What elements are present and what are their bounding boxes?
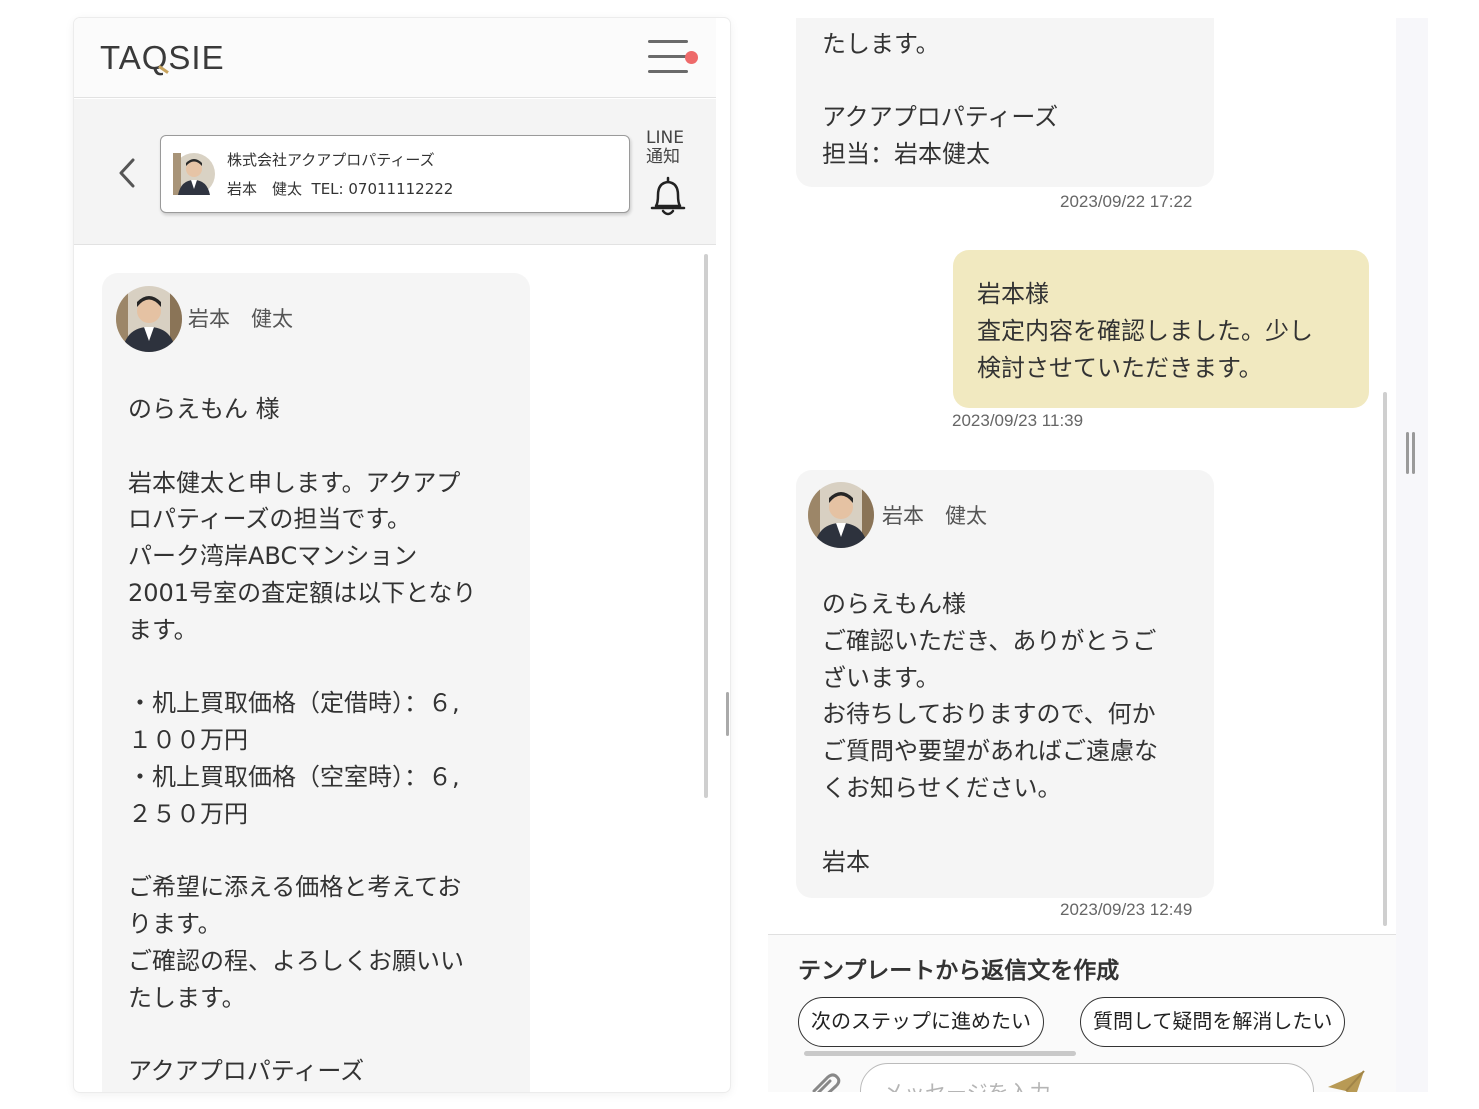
scrollbar[interactable] bbox=[1383, 392, 1387, 926]
panel-resize-handle[interactable] bbox=[1406, 432, 1409, 474]
bell-notification-button[interactable] bbox=[646, 175, 690, 219]
app-logo[interactable]: TAQSIE bbox=[100, 38, 225, 78]
send-icon bbox=[1328, 1070, 1365, 1092]
sender-name: 岩本 健太 bbox=[882, 504, 987, 528]
contact-company-name: 株式会社アクアプロパティーズ bbox=[227, 151, 435, 169]
panel-resize-handle[interactable] bbox=[1412, 432, 1415, 474]
message-list: のらえもん 様 岩本健太と申します。アクアプ ロパティーズの担当です。 パーク湾… bbox=[768, 18, 1396, 934]
message-timestamp: 2023/09/23 12:49 bbox=[1060, 900, 1193, 919]
menu-bar-icon bbox=[648, 55, 688, 58]
message-text: のらえもん 様 岩本健太と申します。アクアプ ロパティーズの担当です。 パーク湾… bbox=[128, 395, 477, 1086]
template-chip-ask-question[interactable]: 質問して疑問を解消したい bbox=[1080, 997, 1346, 1047]
template-scroll-indicator[interactable] bbox=[804, 1051, 1076, 1056]
chat-panel-left: TAQSIE 株式会社アクアプロパティーズ 岩本 健太 TEL: 0701111… bbox=[74, 18, 730, 1092]
app-header: TAQSIE bbox=[74, 18, 716, 98]
sender-name: 岩本 健太 bbox=[188, 307, 293, 331]
contact-card[interactable]: 株式会社アクアプロパティーズ 岩本 健太 TEL: 07011112222 bbox=[160, 135, 630, 213]
message-text: のらえもん様 ご確認いただき、ありがとうご ざいます。 お待ちしておりますので、… bbox=[822, 590, 1158, 876]
line-notify-label: LINE 通知 bbox=[646, 128, 684, 167]
menu-bar-icon bbox=[648, 40, 688, 43]
side-strip bbox=[1396, 18, 1428, 1092]
message-bubble-incoming: 岩本 健太 のらえもん 様 岩本健太と申します。アクアプ ロパティーズの担当です… bbox=[102, 273, 530, 1092]
reply-area: テンプレートから返信文を作成 次のステップに進めたい 質問して疑問を解消したい bbox=[768, 934, 1396, 1092]
message-text: 岩本様 査定内容を確認しました。少し 検討させていただきます。 bbox=[977, 280, 1313, 382]
message-input[interactable] bbox=[860, 1063, 1314, 1092]
message-bubble-incoming: のらえもん 様 岩本健太と申します。アクアプ ロパティーズの担当です。 パーク湾… bbox=[796, 18, 1214, 187]
contact-person-info: 岩本 健太 TEL: 07011112222 bbox=[227, 180, 454, 198]
template-chip-next-step[interactable]: 次のステップに進めたい bbox=[798, 997, 1044, 1047]
message-text: のらえもん 様 岩本健太と申します。アクアプ ロパティーズの担当です。 パーク湾… bbox=[822, 18, 1158, 169]
contact-bar: 株式会社アクアプロパティーズ 岩本 健太 TEL: 07011112222 LI… bbox=[74, 99, 716, 245]
message-timestamp: 2023/09/22 17:22 bbox=[1060, 192, 1193, 211]
message-bubble-outgoing: 岩本様 査定内容を確認しました。少し 検討させていただきます。 bbox=[953, 250, 1369, 408]
panel-resize-handle[interactable] bbox=[726, 692, 729, 736]
sender-avatar bbox=[116, 286, 182, 352]
chat-panel-right: のらえもん 様 岩本健太と申します。アクアプ ロパティーズの担当です。 パーク湾… bbox=[768, 18, 1428, 1092]
template-section-title: テンプレートから返信文を作成 bbox=[798, 958, 1120, 984]
contact-avatar bbox=[173, 153, 215, 195]
paperclip-icon[interactable] bbox=[808, 1071, 842, 1092]
message-bubble-incoming: 岩本 健太 のらえもん様 ご確認いただき、ありがとうご ざいます。 お待ちしてお… bbox=[796, 470, 1214, 898]
scrollbar[interactable] bbox=[704, 254, 708, 798]
message-timestamp: 2023/09/23 11:39 bbox=[952, 411, 1084, 430]
back-button[interactable] bbox=[114, 155, 140, 191]
bell-icon bbox=[650, 176, 686, 216]
chevron-left-icon bbox=[119, 158, 135, 188]
menu-bar-icon bbox=[648, 70, 688, 73]
sender-avatar bbox=[808, 482, 874, 548]
hamburger-menu-button[interactable] bbox=[648, 38, 698, 78]
notification-dot-icon bbox=[685, 51, 698, 64]
